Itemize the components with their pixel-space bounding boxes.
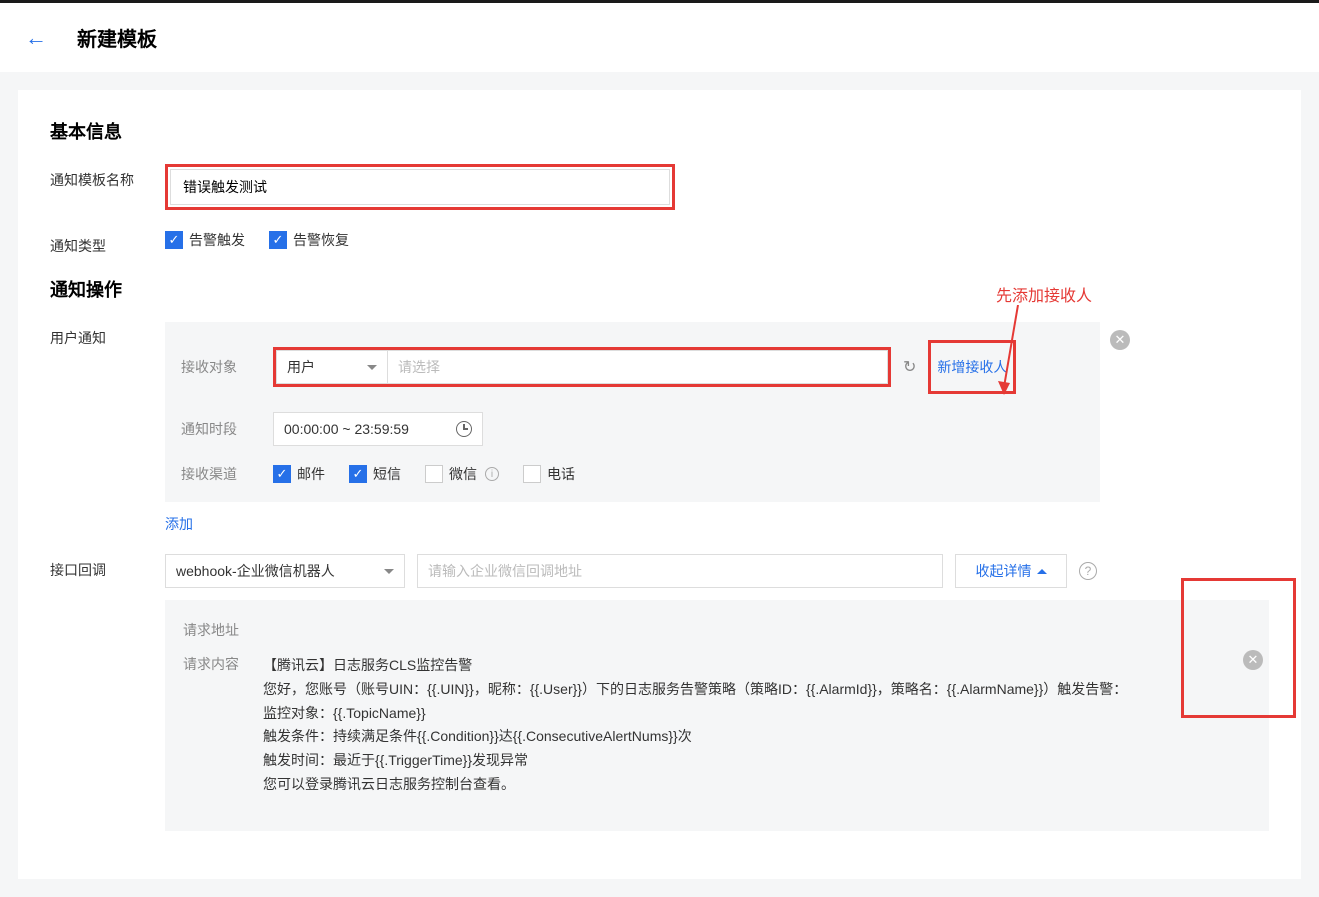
recipient-type-value: 用户 bbox=[287, 357, 315, 377]
close-icon[interactable]: ✕ bbox=[1110, 330, 1130, 350]
main-card: 基本信息 通知模板名称 通知类型 ✓ 告警触发 ✓ 告警恢复 bbox=[18, 90, 1301, 879]
info-icon[interactable]: i bbox=[485, 467, 499, 481]
check-icon: ✓ bbox=[165, 231, 183, 249]
body-line: 【腾讯云】日志服务CLS监控告警 bbox=[263, 654, 1251, 678]
page-header: ← 新建模板 bbox=[0, 3, 1319, 72]
alarm-recover-checkbox[interactable]: ✓ 告警恢复 bbox=[269, 230, 349, 250]
webhook-url-input[interactable]: 请输入企业微信回调地址 bbox=[417, 554, 943, 588]
recipient-placeholder: 请选择 bbox=[398, 357, 440, 377]
channel-label: 接收渠道 bbox=[181, 464, 261, 484]
checkbox-icon bbox=[425, 465, 443, 483]
channel-phone-label: 电话 bbox=[547, 464, 575, 484]
recipient-label: 接收对象 bbox=[181, 357, 261, 377]
time-period-label: 通知时段 bbox=[181, 419, 261, 439]
channel-sms-checkbox[interactable]: ✓ 短信 bbox=[349, 464, 401, 484]
request-url-label: 请求地址 bbox=[183, 620, 263, 640]
body-line: 监控对象：{{.TopicName}} bbox=[263, 702, 1251, 726]
channel-wechat-checkbox[interactable]: 微信 i bbox=[425, 464, 499, 484]
check-icon: ✓ bbox=[349, 465, 367, 483]
webhook-url-placeholder: 请输入企业微信回调地址 bbox=[428, 561, 582, 581]
alarm-trigger-checkbox[interactable]: ✓ 告警触发 bbox=[165, 230, 245, 250]
channel-email-label: 邮件 bbox=[297, 464, 325, 484]
channel-sms-label: 短信 bbox=[373, 464, 401, 484]
webhook-type-value: webhook-企业微信机器人 bbox=[176, 561, 335, 581]
webhook-type-select[interactable]: webhook-企业微信机器人 bbox=[165, 554, 405, 588]
basic-info-title: 基本信息 bbox=[50, 118, 1269, 144]
webhook-detail-panel: 请求地址 请求内容 【腾讯云】日志服务CLS监控告警 您好，您账号（账号UIN：… bbox=[165, 600, 1269, 831]
clock-icon bbox=[456, 421, 472, 437]
close-icon[interactable]: ✕ bbox=[1243, 650, 1263, 670]
channel-phone-checkbox[interactable]: 电话 bbox=[523, 464, 575, 484]
page-title: 新建模板 bbox=[77, 23, 157, 52]
body-line: 您可以登录腾讯云日志服务控制台查看。 bbox=[263, 773, 1251, 797]
time-period-input[interactable]: 00:00:00 ~ 23:59:59 bbox=[273, 412, 483, 446]
check-icon: ✓ bbox=[269, 231, 287, 249]
collapse-details-button[interactable]: 收起详情 bbox=[955, 554, 1067, 588]
chevron-up-icon bbox=[1037, 569, 1047, 574]
help-icon[interactable]: ? bbox=[1079, 562, 1097, 580]
body-line: 触发条件：持续满足条件{{.Condition}}达{{.Consecutive… bbox=[263, 725, 1251, 749]
template-name-input[interactable] bbox=[170, 169, 670, 205]
annotation-arrow-icon bbox=[996, 305, 1026, 400]
body-line: 触发时间：最近于{{.TriggerTime}}发现异常 bbox=[263, 749, 1251, 773]
alarm-recover-label: 告警恢复 bbox=[293, 230, 349, 250]
channel-email-checkbox[interactable]: ✓ 邮件 bbox=[273, 464, 325, 484]
add-user-notif-link[interactable]: 添加 bbox=[165, 514, 193, 534]
collapse-text: 收起详情 bbox=[976, 561, 1032, 581]
user-notif-label: 用户通知 bbox=[50, 322, 165, 348]
annotation-highlight-box bbox=[1181, 578, 1296, 718]
request-body-content: 【腾讯云】日志服务CLS监控告警 您好，您账号（账号UIN：{{.UIN}}，昵… bbox=[263, 654, 1251, 797]
alarm-trigger-label: 告警触发 bbox=[189, 230, 245, 250]
user-notif-panel: 接收对象 用户 请选择 ↻ 新增接收人 bbox=[165, 322, 1100, 502]
template-name-label: 通知模板名称 bbox=[50, 164, 165, 190]
webhook-label: 接口回调 bbox=[50, 554, 165, 580]
checkbox-icon bbox=[523, 465, 541, 483]
recipient-select[interactable]: 请选择 bbox=[388, 350, 888, 384]
annotation-add-recipient: 先添加接收人 bbox=[996, 282, 1092, 306]
channel-wechat-label: 微信 bbox=[449, 464, 477, 484]
body-line: 您好，您账号（账号UIN：{{.UIN}}，昵称：{{.User}}）下的日志服… bbox=[263, 678, 1251, 702]
back-arrow-icon[interactable]: ← bbox=[25, 25, 47, 51]
time-period-value: 00:00:00 ~ 23:59:59 bbox=[284, 421, 409, 437]
chevron-down-icon bbox=[367, 365, 377, 370]
refresh-icon[interactable]: ↻ bbox=[903, 357, 916, 377]
chevron-down-icon bbox=[384, 569, 394, 574]
notif-type-label: 通知类型 bbox=[50, 230, 165, 256]
recipient-type-select[interactable]: 用户 bbox=[276, 350, 388, 384]
check-icon: ✓ bbox=[273, 465, 291, 483]
request-body-label: 请求内容 bbox=[183, 654, 263, 797]
